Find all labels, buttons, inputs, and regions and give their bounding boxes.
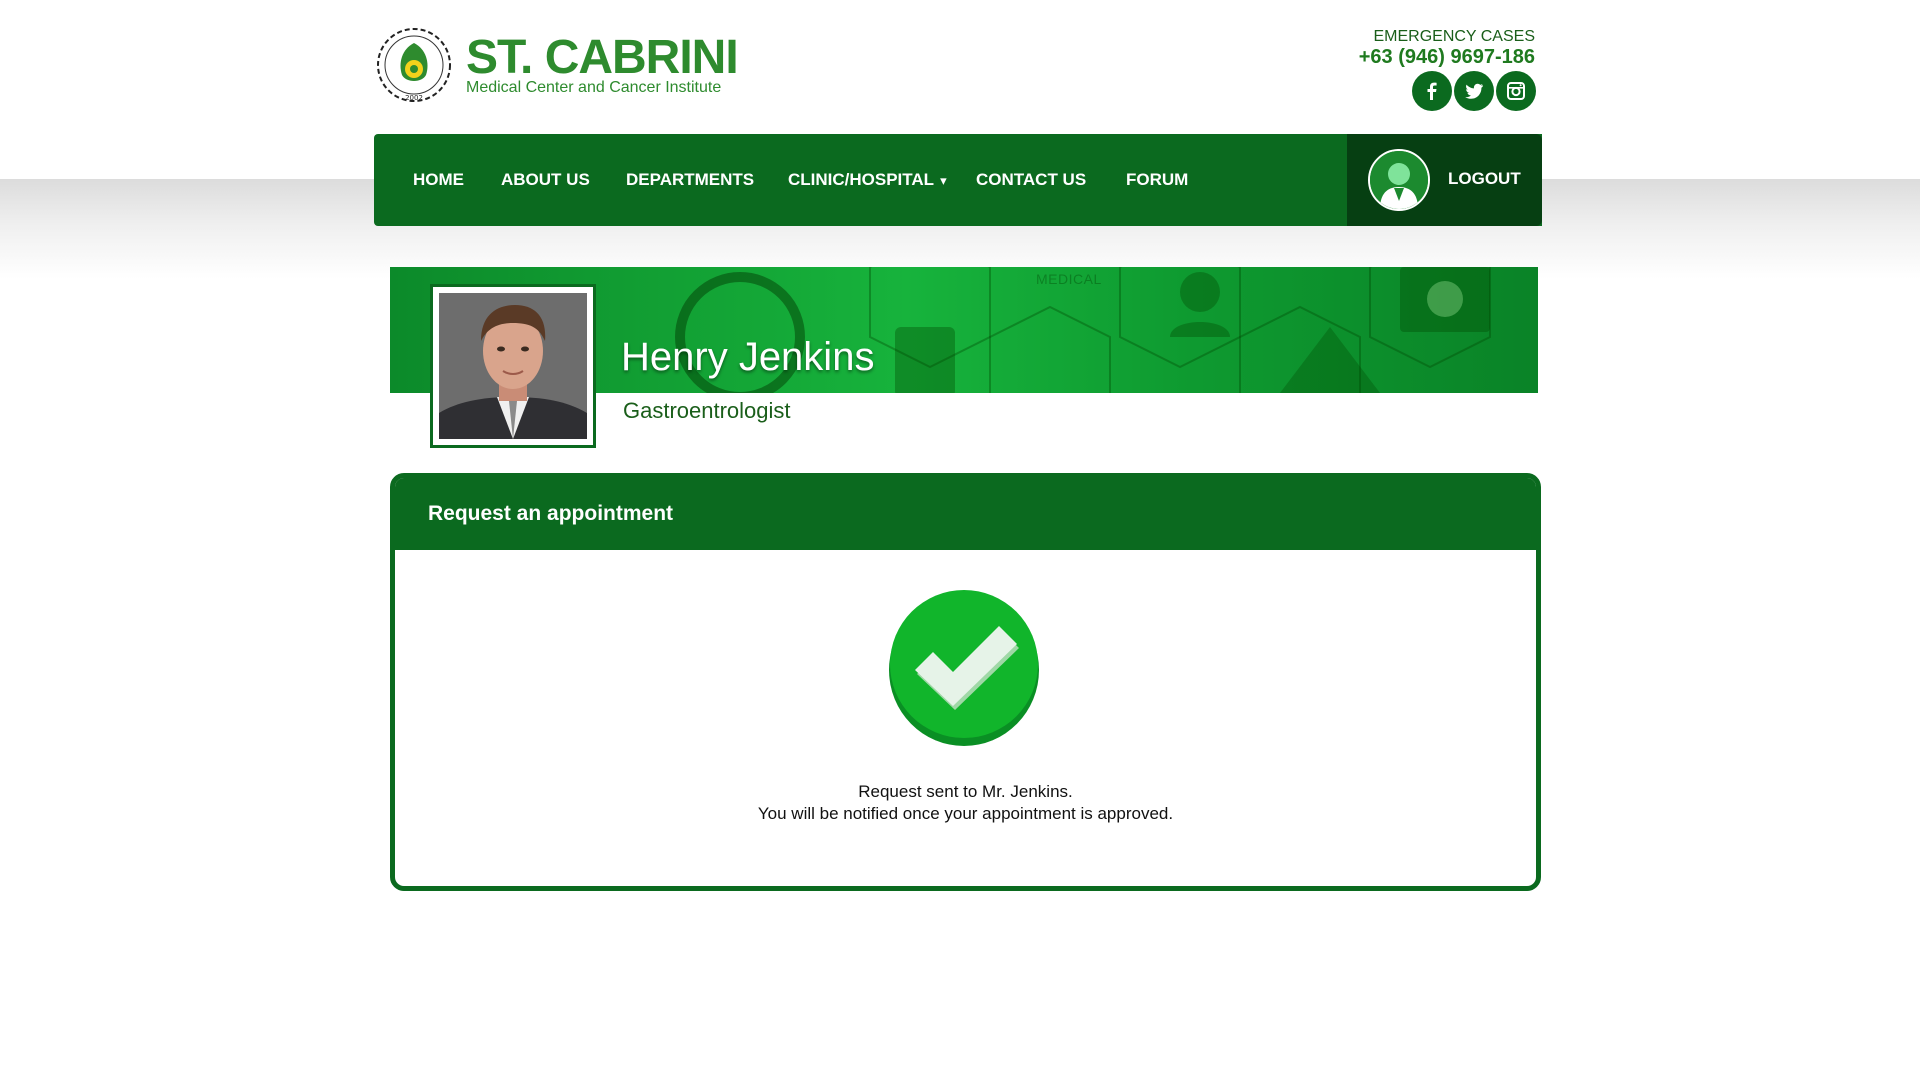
nav-about-us[interactable]: ABOUT US	[501, 134, 590, 226]
chevron-down-icon: ▾	[940, 173, 947, 188]
user-avatar	[1368, 149, 1430, 211]
logout-label: LOGOUT	[1448, 169, 1521, 188]
nav-departments[interactable]: DEPARTMENTS	[626, 134, 754, 226]
appointment-card-header: Request an appointment	[395, 478, 1536, 550]
doctor-photo-frame	[430, 284, 596, 448]
doctor-specialty: Gastroentrologist	[623, 398, 791, 423]
social-links	[1412, 71, 1536, 111]
appointment-card: Request an appointment Request sent to M…	[390, 473, 1541, 891]
user-icon	[1370, 151, 1428, 209]
confirmation-message-line2: You will be notified once your appointme…	[757, 804, 1174, 823]
doctor-photo	[439, 293, 587, 439]
instagram-button[interactable]	[1496, 71, 1536, 111]
nav-contact-us[interactable]: CONTACT US	[976, 134, 1086, 226]
doctor-name: Henry Jenkins	[621, 335, 875, 379]
emergency-phone[interactable]: +63 (946) 9697-186	[1359, 45, 1535, 69]
twitter-icon	[1465, 83, 1483, 99]
nav-forum[interactable]: FORUM	[1126, 134, 1188, 226]
nav-home[interactable]: HOME	[413, 134, 464, 226]
twitter-button[interactable]	[1454, 71, 1494, 111]
confirmation-message-line1: Request sent to Mr. Jenkins.	[858, 782, 1073, 801]
facebook-button[interactable]	[1412, 71, 1452, 111]
emergency-label: EMERGENCY CASES	[1373, 28, 1535, 45]
logo-year: 2002	[405, 94, 423, 102]
instagram-icon	[1507, 82, 1525, 100]
nav-clinic-hospital-label: CLINIC/HOSPITAL	[788, 170, 935, 189]
brand-name[interactable]: ST. CABRINI	[466, 30, 739, 86]
banner-watermark-text: MEDICAL	[1036, 271, 1102, 287]
logout-button[interactable]: LOGOUT	[1347, 134, 1542, 226]
doctor-portrait-icon	[439, 293, 587, 439]
facebook-icon	[1427, 82, 1437, 100]
nav-clinic-hospital[interactable]: CLINIC/HOSPITAL ▾	[788, 134, 947, 226]
logo-emblem-icon: 2002	[377, 28, 451, 102]
brand-subtitle: Medical Center and Cancer Institute	[466, 79, 722, 96]
appointment-title: Request an appointment	[428, 502, 674, 525]
success-check-icon	[889, 590, 1039, 746]
